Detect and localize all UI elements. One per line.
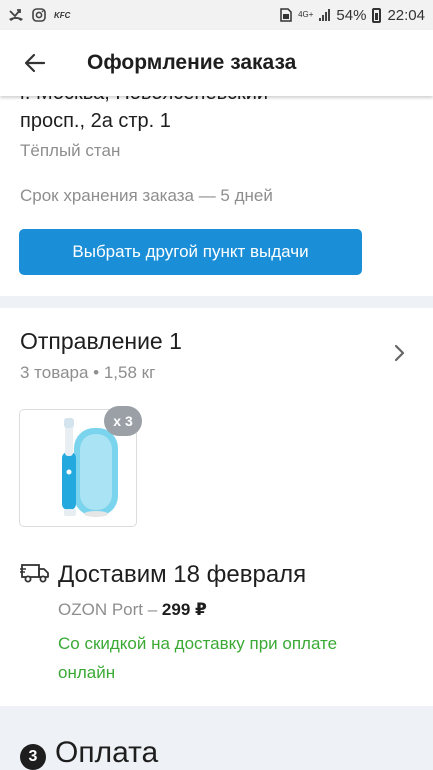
pickup-address-line2: просп., 2а стр. 1 <box>20 110 171 132</box>
discount-note: Со скидкой на доставку при оплате онлайн <box>58 634 338 682</box>
back-button[interactable] <box>0 30 70 96</box>
kfc-icon: KFC <box>54 10 71 20</box>
carrier-name: OZON Port – <box>58 600 158 619</box>
section-divider <box>0 296 433 308</box>
status-bar: KFC 4G+ 54% 22:04 <box>0 0 433 30</box>
clock: 22:04 <box>387 6 425 24</box>
app-header: Оформление заказа <box>0 30 433 96</box>
shipment-meta: 3 товара • 1,58 кг <box>20 363 156 382</box>
pickup-metro: Тёплый стан <box>20 141 121 160</box>
storage-period: Срок хранения заказа — 5 дней <box>20 186 273 205</box>
arrow-left-icon <box>24 53 46 73</box>
sim-icon <box>280 8 292 22</box>
truck-icon <box>20 564 49 583</box>
signal-icon <box>319 9 331 21</box>
shipment-title[interactable]: Отправление 1 <box>20 328 182 355</box>
page-title: Оформление заказа <box>87 51 297 74</box>
choose-pickup-point-button[interactable]: Выбрать другой пункт выдачи <box>19 229 362 275</box>
instagram-icon <box>32 8 46 22</box>
delivery-price: 299 ₽ <box>161 600 207 619</box>
chevron-right-icon[interactable] <box>388 342 410 364</box>
product-quantity-badge: x 3 <box>104 406 142 436</box>
battery-icon <box>372 7 382 23</box>
missed-call-icon <box>9 9 23 21</box>
payment-title: Оплата <box>55 736 159 769</box>
step-number-badge: 3 <box>20 744 46 770</box>
carrier-info: OZON Port – 299 ₽ <box>58 600 207 620</box>
battery-percent: 54% <box>336 6 367 24</box>
delivery-date: Доставим 18 февраля <box>58 561 307 588</box>
network-type: 4G+ <box>298 10 314 19</box>
